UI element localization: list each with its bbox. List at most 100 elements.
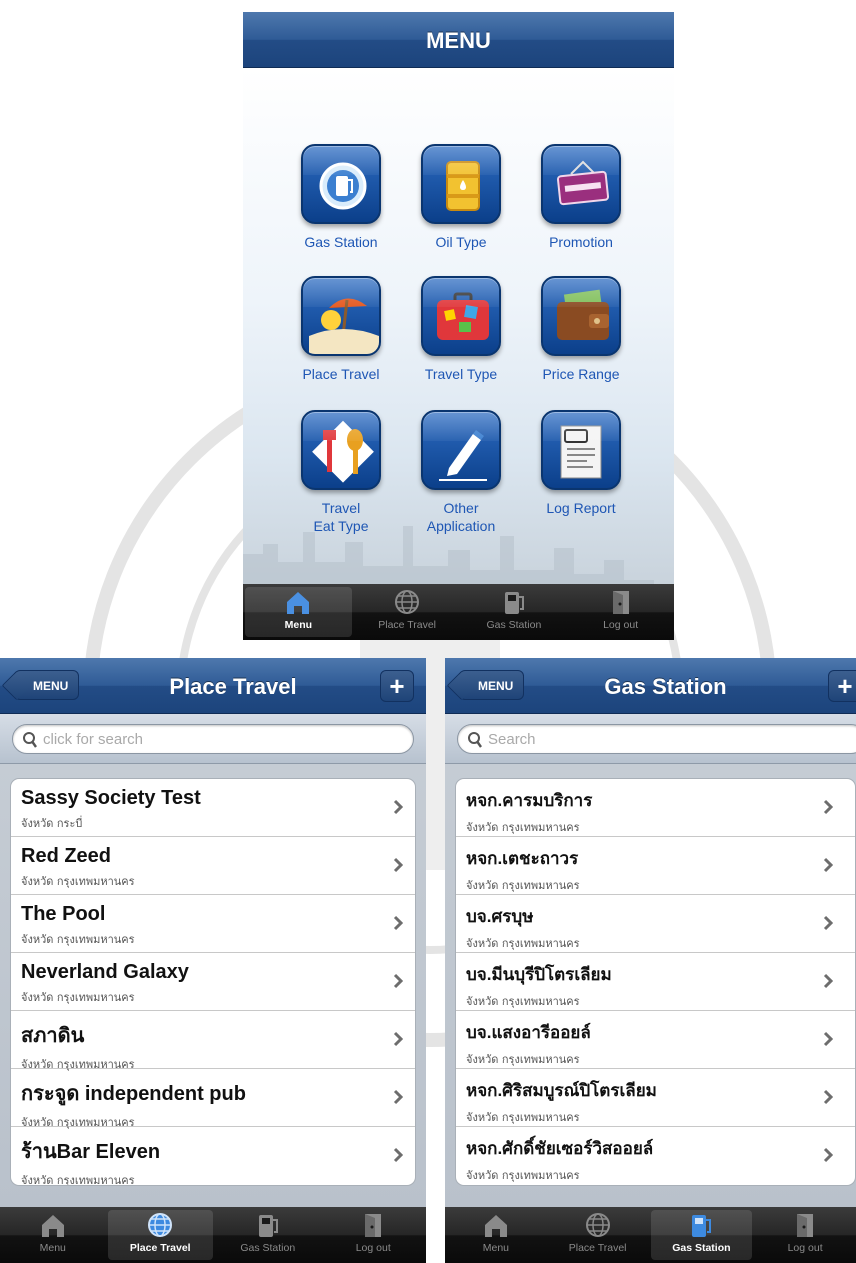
tab-label: Gas Station	[672, 1242, 731, 1254]
chevron-right-icon	[823, 915, 833, 931]
tab-place-travel[interactable]: Place Travel	[107, 1210, 213, 1260]
page-title: Gas Station	[604, 674, 727, 699]
chevron-right-icon	[393, 1031, 403, 1047]
list-item[interactable]: กระจูด independent pub จังหวัด กรุงเทพมหา…	[11, 1069, 415, 1129]
tab-log-out[interactable]: Log out	[754, 1207, 856, 1263]
list-item[interactable]: หจก.เตชะถาวรจังหวัด กรุงเทพมหานคร	[456, 837, 855, 895]
list-item[interactable]: ร้านBar Eleven จังหวัด กรุงเทพมหานคร	[11, 1127, 415, 1185]
tab-menu[interactable]: Menu	[0, 1207, 106, 1263]
menu-item-travel-eat-type[interactable]: Travel Eat Type	[281, 410, 401, 535]
menu-item-promotion[interactable]: Promotion	[521, 144, 641, 251]
chevron-right-icon	[393, 857, 403, 873]
list-item-title: หจก.เตชะถาวร	[466, 849, 579, 868]
pen-icon	[421, 410, 501, 490]
chevron-right-icon	[823, 1147, 833, 1163]
list-item[interactable]: The Pool จังหวัด กรุงเทพมหานคร	[11, 895, 415, 953]
menu-item-other-application[interactable]: Other Application	[401, 410, 521, 535]
list-item[interactable]: Sassy Society Test จังหวัด กระบี่	[11, 779, 415, 837]
add-button[interactable]: +	[828, 670, 856, 702]
gas-pump-icon	[692, 1215, 712, 1237]
list-item-title: สภาดิน	[21, 1025, 85, 1047]
search-input[interactable]	[43, 729, 403, 749]
chevron-right-icon	[393, 799, 403, 815]
chevron-right-icon	[823, 799, 833, 815]
door-icon	[612, 591, 629, 614]
tab-menu[interactable]: Menu	[245, 587, 352, 637]
log-document-icon	[541, 410, 621, 490]
list-item-subtitle: จังหวัด กรุงเทพมหานคร	[21, 991, 135, 1004]
tab-label: Gas Station	[486, 619, 542, 631]
list-item[interactable]: หจก.คารมบริการ จังหวัด กรุงเทพมหานคร	[456, 779, 855, 837]
list-item-subtitle: จังหวัด กรุงเทพมหานคร	[466, 937, 580, 950]
gas-pump-icon	[301, 144, 381, 224]
tab-gas-station[interactable]: Gas Station	[650, 1210, 753, 1260]
gas-station-list-group: หจก.คารมบริการ จังหวัด กรุงเทพมหานคร หจก.…	[455, 778, 856, 1186]
chevron-right-icon	[393, 915, 403, 931]
list-item-title: บจ.ศรบุษ	[466, 907, 534, 926]
oil-barrel-icon	[421, 144, 501, 224]
add-button[interactable]: +	[380, 670, 414, 702]
list-item-title: Neverland Galaxy	[21, 961, 189, 983]
chevron-right-icon	[823, 1089, 833, 1105]
menu-item-label: Place Travel	[302, 366, 380, 382]
list-item[interactable]: บจ.แสงอารีออยล์ จังหวัด กรุงเทพมหานคร	[456, 1011, 855, 1069]
search-input[interactable]	[488, 729, 855, 749]
menu-item-oil-type[interactable]: Oil Type	[401, 144, 521, 251]
chevron-right-icon	[393, 1089, 403, 1105]
list-item[interactable]: บจ.มีนบุรีปิโตรเลียมจังหวัด กรุงเทพมหานค…	[456, 953, 855, 1011]
tab-place-travel[interactable]: Place Travel	[547, 1207, 649, 1263]
menu-item-label: Travel Type	[424, 366, 498, 382]
list-item-title: Sassy Society Test	[21, 787, 201, 809]
promotion-sign-icon	[541, 144, 621, 224]
gas-station-list: หจก.คารมบริการ จังหวัด กรุงเทพมหานคร หจก.…	[445, 764, 856, 1207]
tab-label: Place Travel	[129, 1242, 191, 1254]
tab-label: Log out	[355, 1242, 391, 1254]
place-list-group: Sassy Society Test จังหวัด กระบี่ Red Zee…	[10, 778, 416, 1186]
list-item-title: หจก.ศิริสมบูรณ์ปิโตรเลียม	[466, 1081, 657, 1100]
list-item-title: บจ.มีนบุรีปิโตรเลียม	[466, 965, 612, 984]
list-item[interactable]: Red Zeed จังหวัด กรุงเทพมหานคร	[11, 837, 415, 895]
menu-item-travel-type[interactable]: Travel Type	[401, 276, 521, 383]
list-item-subtitle: จังหวัด กรุงเทพมหานคร	[466, 879, 580, 892]
menu-item-price-range[interactable]: Price Range	[521, 276, 641, 383]
list-item-title: หจก.ศักดิ์ชัยเซอร์วิสออยล์	[466, 1139, 654, 1158]
list-item-subtitle: จังหวัด กระบี่	[21, 817, 83, 830]
menu-screen: MENU Gas Station Oil Type Promotion Plac…	[243, 12, 674, 640]
globe-icon	[395, 590, 420, 614]
suitcase-icon	[421, 276, 501, 356]
tab-place-travel[interactable]: Place Travel	[354, 584, 461, 640]
list-item-subtitle: จังหวัด กรุงเทพมหานคร	[466, 995, 580, 1008]
list-item-subtitle: จังหวัด กรุงเทพมหานคร	[21, 875, 135, 888]
tab-gas-station[interactable]: Gas Station	[215, 1207, 321, 1263]
tab-log-out[interactable]: Log out	[321, 1207, 427, 1263]
list-item[interactable]: สภาดิน จังหวัด กรุงเทพมหานคร	[11, 1011, 415, 1071]
tab-menu[interactable]: Menu	[445, 1207, 547, 1263]
menu-item-log-report[interactable]: Log Report	[521, 410, 641, 517]
list-item[interactable]: หจก.ศักดิ์ชัยเซอร์วิสออยล์ จังหวัด กรุงเท…	[456, 1127, 855, 1185]
chevron-right-icon	[823, 857, 833, 873]
place-list: Sassy Society Test จังหวัด กระบี่ Red Zee…	[0, 764, 426, 1207]
home-icon	[287, 592, 310, 614]
tab-log-out[interactable]: Log out	[567, 584, 674, 640]
menu-item-label: Gas Station	[304, 234, 378, 250]
tab-bar: Menu Place Travel Gas Station Log out	[243, 584, 674, 640]
menu-item-gas-station[interactable]: Gas Station	[281, 144, 401, 251]
menu-item-place-travel[interactable]: Place Travel	[281, 276, 401, 383]
door-icon	[365, 1214, 382, 1237]
search-field[interactable]	[457, 724, 856, 754]
list-item[interactable]: หจก.ศิริสมบูรณ์ปิโตรเลียม จังหวัด กรุงเทพ…	[456, 1069, 855, 1127]
menu-item-label: Travel Eat Type	[313, 500, 369, 534]
tab-label: Log out	[603, 619, 639, 631]
tab-label: Place Travel	[378, 619, 437, 631]
search-field[interactable]	[12, 724, 414, 754]
place-travel-navbar: MENU Place Travel +	[0, 658, 426, 714]
tab-bar: Menu Place Travel Gas Station Log out	[445, 1207, 856, 1263]
wallet-icon	[541, 276, 621, 356]
globe-icon	[585, 1213, 610, 1237]
chevron-right-icon	[823, 1031, 833, 1047]
chevron-right-icon	[393, 1147, 403, 1163]
list-item[interactable]: Neverland Galaxy จังหวัด กรุงเทพมหานคร	[11, 953, 415, 1011]
fork-spoon-icon	[301, 410, 381, 490]
tab-gas-station[interactable]: Gas Station	[461, 584, 568, 640]
list-item[interactable]: บจ.ศรบุษจังหวัด กรุงเทพมหานคร	[456, 895, 855, 953]
